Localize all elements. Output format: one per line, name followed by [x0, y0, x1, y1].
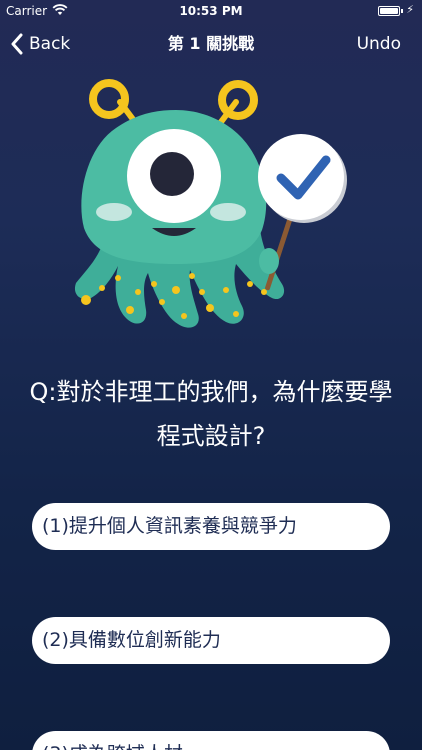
back-button-label: Back	[29, 34, 71, 54]
question-text: Q:對於非理工的我們，為什麼要學程式設計?	[29, 378, 393, 450]
undo-button[interactable]: Undo	[357, 22, 401, 66]
clock-time: 10:53 PM	[179, 4, 243, 18]
navigation-bar: Back 第 1 關挑戰 Undo	[0, 22, 422, 66]
charging-bolt-icon: ⚡	[406, 3, 414, 16]
status-bar: Carrier 10:53 PM ⚡	[0, 0, 422, 22]
back-button[interactable]: Back	[10, 22, 70, 66]
chevron-left-icon	[11, 33, 23, 55]
battery-icon	[378, 6, 403, 16]
answer-option-3[interactable]: (3)成為跨域人材	[32, 731, 390, 750]
alien-mascot-icon	[74, 79, 347, 328]
answer-option-1[interactable]: (1)提升個人資訊素養與競爭力	[32, 503, 390, 550]
answer-option-2[interactable]: (2)具備數位創新能力	[32, 617, 390, 664]
